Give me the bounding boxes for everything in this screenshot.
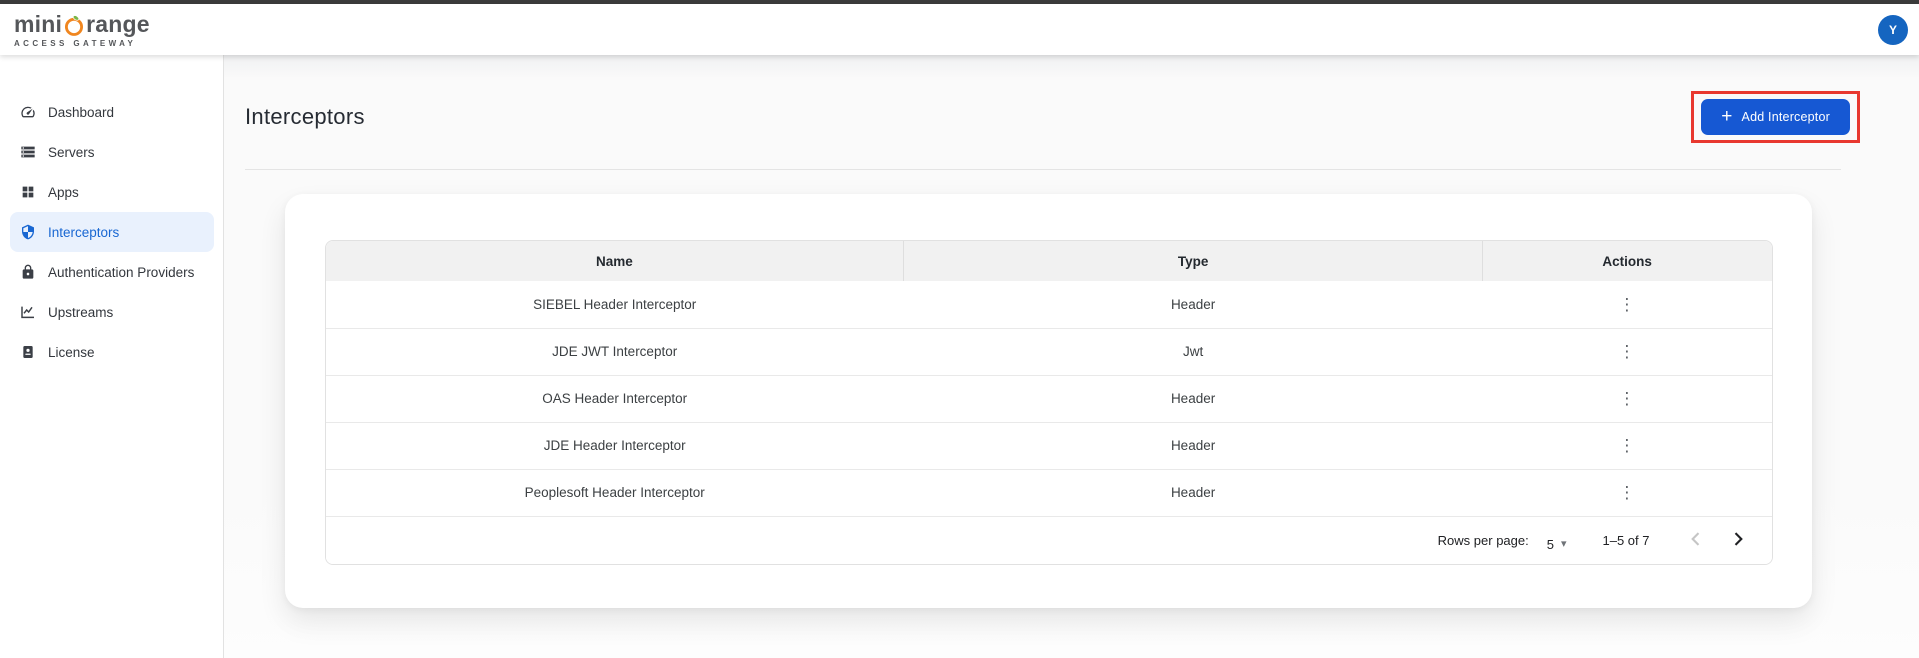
interceptor-name-cell: Peoplesoft Header Interceptor <box>325 469 904 517</box>
kebab-icon: ⋮ <box>1618 294 1636 314</box>
table-row: JDE Header Interceptor Header ⋮ <box>325 422 1772 470</box>
sidebar-item-label: Upstreams <box>48 304 114 320</box>
row-actions-menu-button[interactable]: ⋮ <box>1610 386 1643 411</box>
brand-logo: mini range ACCESS GATEWAY <box>14 12 150 48</box>
row-actions-menu-button[interactable]: ⋮ <box>1610 339 1643 364</box>
interceptor-type-cell: Header <box>903 422 1483 470</box>
table-header-row: Name Type Actions <box>325 241 1772 281</box>
table-row: OAS Header Interceptor Header ⋮ <box>325 375 1772 423</box>
sidebar-item-label: Apps <box>48 184 79 200</box>
brand-text-range: range <box>86 10 150 37</box>
sidebar-item-label: Authentication Providers <box>48 264 195 280</box>
sidebar-item-upstreams[interactable]: Upstreams <box>10 292 214 332</box>
next-page-button[interactable] <box>1724 526 1754 555</box>
top-bar: mini range ACCESS GATEWAY Y <box>0 4 1919 55</box>
rows-per-page-value: 5 <box>1546 536 1554 552</box>
user-avatar[interactable]: Y <box>1878 14 1908 45</box>
sidebar-item-label: Dashboard <box>48 104 115 120</box>
chart-icon <box>20 304 36 320</box>
servers-icon <box>20 144 36 160</box>
rows-per-page-select[interactable]: 5 ▾ <box>1547 537 1567 552</box>
kebab-icon: ⋮ <box>1618 389 1636 408</box>
sidebar-item-interceptors[interactable]: Interceptors <box>10 212 214 252</box>
dashboard-icon <box>20 104 36 120</box>
add-interceptor-button[interactable]: + Add Interceptor <box>1701 99 1850 135</box>
interceptors-card: Name Type Actions SIEBEL Header Intercepto… <box>285 194 1812 608</box>
sidebar-item-servers[interactable]: Servers <box>10 132 214 172</box>
plus-icon: + <box>1721 105 1733 127</box>
brand-wordmark: mini range <box>14 12 150 37</box>
rows-per-page-label: Rows per page: <box>1437 532 1529 548</box>
interceptor-actions-cell: ⋮ <box>1482 422 1772 470</box>
row-actions-menu-button[interactable]: ⋮ <box>1610 433 1643 458</box>
interceptor-type-cell: Jwt <box>903 328 1483 376</box>
previous-page-button[interactable] <box>1680 526 1710 555</box>
sidebar-item-label: License <box>48 344 95 360</box>
page-header-row: Interceptors + Add Interceptor <box>245 91 1860 143</box>
table-row: SIEBEL Header Interceptor Header ⋮ <box>325 281 1772 329</box>
interceptor-actions-cell: ⋮ <box>1482 469 1772 517</box>
shield-icon <box>20 224 36 240</box>
interceptors-table: Name Type Actions SIEBEL Header Intercepto… <box>324 240 1773 565</box>
brand-text-mini: mini <box>14 10 63 37</box>
brand-subtitle: ACCESS GATEWAY <box>14 38 137 48</box>
row-actions-menu-button[interactable]: ⋮ <box>1610 480 1643 505</box>
column-header-actions: Actions <box>1481 241 1772 281</box>
interceptor-name-cell: SIEBEL Header Interceptor <box>325 281 904 329</box>
table-row: Peoplesoft Header Interceptor Header ⋮ <box>325 469 1772 517</box>
chevron-right-icon <box>1734 531 1744 549</box>
sidebar-item-label: Interceptors <box>48 224 120 240</box>
page-title: Interceptors <box>245 104 365 129</box>
app-root: mini range ACCESS GATEWAY Y Dashboard Ser… <box>0 0 1919 658</box>
sidebar: Dashboard Servers Apps Interceptors Authenti… <box>0 55 224 658</box>
interceptor-name-cell: JDE Header Interceptor <box>325 422 904 470</box>
apps-icon <box>20 184 36 200</box>
dropdown-arrow-icon: ▾ <box>1560 537 1567 550</box>
main-content: Interceptors + Add Interceptor Name Type A… <box>224 55 1919 658</box>
table-row: JDE JWT Interceptor Jwt ⋮ <box>325 328 1772 376</box>
kebab-icon: ⋮ <box>1618 342 1636 361</box>
interceptor-type-cell: Header <box>903 469 1483 517</box>
sidebar-item-license[interactable]: License <box>10 332 214 372</box>
column-header-name: Name <box>325 241 904 281</box>
orange-ring-leaf-icon <box>63 14 85 37</box>
kebab-icon: ⋮ <box>1618 436 1636 455</box>
sidebar-item-dashboard[interactable]: Dashboard <box>10 92 214 132</box>
row-actions-menu-button[interactable]: ⋮ <box>1610 292 1643 317</box>
interceptor-actions-cell: ⋮ <box>1482 281 1772 329</box>
interceptor-name-cell: JDE JWT Interceptor <box>325 328 904 376</box>
sidebar-item-label: Servers <box>48 144 95 160</box>
column-header-type: Type <box>903 241 1483 281</box>
interceptor-name-cell: OAS Header Interceptor <box>325 375 904 423</box>
interceptor-actions-cell: ⋮ <box>1482 328 1772 376</box>
interceptor-actions-cell: ⋮ <box>1482 375 1772 423</box>
lock-icon <box>20 264 36 280</box>
add-interceptor-label: Add Interceptor <box>1741 110 1830 124</box>
chevron-left-icon <box>1690 531 1700 549</box>
pagination-range-label: 1–5 of 7 <box>1602 532 1650 548</box>
license-icon <box>20 344 36 360</box>
interceptor-type-cell: Header <box>903 281 1483 329</box>
annotation-highlight: + Add Interceptor <box>1691 91 1860 143</box>
kebab-icon: ⋮ <box>1618 483 1636 502</box>
interceptor-type-cell: Header <box>903 375 1483 423</box>
sidebar-item-authentication-providers[interactable]: Authentication Providers <box>10 252 214 292</box>
title-divider <box>245 169 1841 170</box>
pagination: Rows per page: 5 ▾ 1–5 of 7 <box>325 516 1772 564</box>
sidebar-item-apps[interactable]: Apps <box>10 172 214 212</box>
